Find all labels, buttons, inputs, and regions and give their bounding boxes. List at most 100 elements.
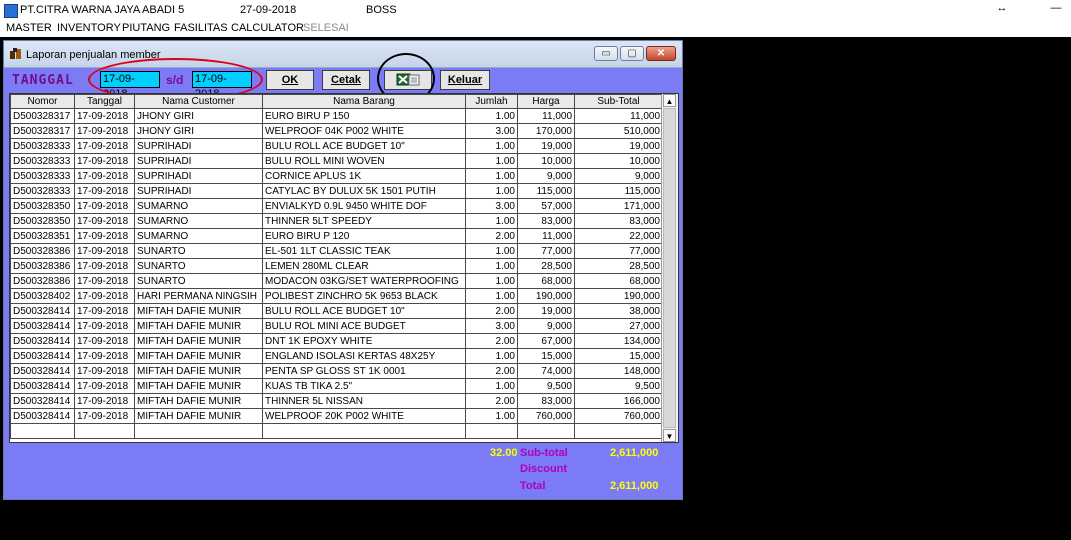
- table-row[interactable]: D500328333 17-09-2018 SUPRIHADI BULU ROLL A…: [10, 138, 663, 154]
- table-scrollbar[interactable]: ▲ ▼: [661, 94, 678, 442]
- table-cell: 760,000: [517, 408, 575, 424]
- table-cell: SUPRIHADI: [134, 153, 263, 169]
- minimize-icon[interactable]: —: [1046, 2, 1066, 14]
- table-cell: KUAS TB TIKA 2.5": [262, 378, 466, 394]
- app-date: 27-09-2018: [240, 4, 297, 16]
- table-cell: JHONY GIRI: [134, 123, 263, 139]
- table-cell: 510,000: [574, 123, 663, 139]
- column-header-nomor[interactable]: Nomor: [10, 94, 75, 109]
- table-cell: 15,000: [517, 348, 575, 364]
- exit-button[interactable]: Keluar: [440, 70, 490, 90]
- table-cell: 1.00: [465, 153, 518, 169]
- ok-button[interactable]: OK: [266, 70, 314, 90]
- table-row[interactable]: D500328386 17-09-2018 SUNARTO LEMEN 280ML C…: [10, 258, 663, 274]
- table-cell: 15,000: [574, 348, 663, 364]
- column-header-harga[interactable]: Harga: [517, 94, 575, 109]
- table-cell: D500328386: [10, 258, 75, 274]
- scroll-down-icon[interactable]: ▼: [663, 429, 676, 442]
- table-row[interactable]: D500328350 17-09-2018 SUMARNO THINNER 5LT S…: [10, 213, 663, 229]
- table-cell: THINNER 5LT SPEEDY: [262, 213, 466, 229]
- column-header-customer[interactable]: Nama Customer: [134, 94, 263, 109]
- window-close-icon[interactable]: ✕: [646, 46, 676, 61]
- column-header-barang[interactable]: Nama Barang: [262, 94, 466, 109]
- window-title-bar[interactable]: Laporan penjualan member ▭ ▢ ✕: [4, 41, 682, 68]
- app-title-bar: PT.CITRA WARNA JAYA ABADI 5 27-09-2018 B…: [0, 0, 1071, 20]
- table-cell: 9,000: [517, 318, 575, 334]
- table-row[interactable]: D500328386 17-09-2018 SUNARTO MODACON 03KG/…: [10, 273, 663, 289]
- table-cell: 170,000: [517, 123, 575, 139]
- table-cell: ENGLAND ISOLASI KERTAS 48X25Y: [262, 348, 466, 364]
- discount-label: Discount: [520, 463, 568, 475]
- table-cell: D500328386: [10, 273, 75, 289]
- table-row[interactable]: D500328351 17-09-2018 SUMARNO EURO BIRU P 1…: [10, 228, 663, 244]
- window-maximize-icon[interactable]: ▢: [620, 46, 644, 61]
- table-cell: 1.00: [465, 258, 518, 274]
- menu-bar: MASTER INVENTORY PIUTANG FASILITAS CALCU…: [0, 20, 1071, 36]
- table-cell: D500328414: [10, 333, 75, 349]
- table-row[interactable]: D500328414 17-09-2018 MIFTAH DAFIE MUNIR WE…: [10, 408, 663, 424]
- table-row[interactable]: D500328350 17-09-2018 SUMARNO ENVIALKYD 0.9…: [10, 198, 663, 214]
- table-row[interactable]: D500328414 17-09-2018 MIFTAH DAFIE MUNIR BU…: [10, 318, 663, 334]
- table-cell: [517, 423, 575, 439]
- table-cell: 2.00: [465, 393, 518, 409]
- table-cell: [134, 423, 263, 439]
- scroll-up-icon[interactable]: ▲: [663, 94, 676, 107]
- column-header-tanggal[interactable]: Tanggal: [74, 94, 135, 109]
- table-header-row: Nomor Tanggal Nama Customer Nama Barang …: [10, 94, 663, 109]
- table-cell: 17-09-2018: [74, 258, 135, 274]
- table-cell: 3.00: [465, 198, 518, 214]
- menu-fasilitas[interactable]: FASILITAS: [174, 22, 228, 34]
- table-cell: MIFTAH DAFIE MUNIR: [134, 303, 263, 319]
- total-label: Total: [520, 480, 546, 492]
- table-row[interactable]: D500328414 17-09-2018 MIFTAH DAFIE MUNIR DN…: [10, 333, 663, 349]
- table-cell: SUNARTO: [134, 258, 263, 274]
- print-button[interactable]: Cetak: [322, 70, 370, 90]
- menu-piutang[interactable]: PIUTANG: [122, 22, 170, 34]
- table-cell: 190,000: [574, 288, 663, 304]
- restore-icon[interactable]: ↔: [992, 2, 1012, 14]
- menu-master[interactable]: MASTER: [6, 22, 52, 34]
- table-cell: BULU ROLL MINI WOVEN: [262, 153, 466, 169]
- table-row[interactable]: D500328386 17-09-2018 SUNARTO EL-501 1LT CL…: [10, 243, 663, 259]
- table-cell: ENVIALKYD 0.9L 9450 WHITE DOF: [262, 198, 466, 214]
- column-header-jumlah[interactable]: Jumlah: [465, 94, 518, 109]
- menu-calculator[interactable]: CALCULATOR: [231, 22, 304, 34]
- table-row[interactable]: D500328333 17-09-2018 SUPRIHADI CATYLAC BY …: [10, 183, 663, 199]
- table-row[interactable]: D500328333 17-09-2018 SUPRIHADI CORNICE APL…: [10, 168, 663, 184]
- table-cell: 17-09-2018: [74, 378, 135, 394]
- table-cell: EURO BIRU P 150: [262, 108, 466, 124]
- table-cell: 166,000: [574, 393, 663, 409]
- table-cell: EL-501 1LT CLASSIC TEAK: [262, 243, 466, 259]
- table-cell: D500328414: [10, 378, 75, 394]
- table-cell: BULU ROLL ACE BUDGET 10": [262, 138, 466, 154]
- table-row[interactable]: D500328317 17-09-2018 JHONY GIRI EURO BIRU …: [10, 108, 663, 124]
- table-row[interactable]: D500328402 17-09-2018 HARI PERMANA NINGSIH…: [10, 288, 663, 304]
- table-row[interactable]: D500328414 17-09-2018 MIFTAH DAFIE MUNIR PE…: [10, 363, 663, 379]
- table-cell: 17-09-2018: [74, 183, 135, 199]
- window-minimize-icon[interactable]: ▭: [594, 46, 618, 61]
- table-row[interactable]: D500328317 17-09-2018 JHONY GIRI WELPROOF 0…: [10, 123, 663, 139]
- table-row[interactable]: D500328414 17-09-2018 MIFTAH DAFIE MUNIR TH…: [10, 393, 663, 409]
- table-cell: WELPROOF 20K P002 WHITE: [262, 408, 466, 424]
- table-cell: 83,000: [517, 393, 575, 409]
- table-cell: D500328414: [10, 393, 75, 409]
- table-cell: D500328414: [10, 318, 75, 334]
- table-cell: 9,000: [574, 168, 663, 184]
- table-cell: 17-09-2018: [74, 198, 135, 214]
- menu-inventory[interactable]: INVENTORY: [57, 22, 121, 34]
- table-row[interactable]: D500328414 17-09-2018 MIFTAH DAFIE MUNIR KU…: [10, 378, 663, 394]
- table-row[interactable]: [10, 423, 663, 439]
- scroll-thumb[interactable]: [663, 108, 676, 428]
- column-header-subtotal[interactable]: Sub-Total: [574, 94, 663, 109]
- subtotal-label: Sub-total: [520, 447, 568, 459]
- table-row[interactable]: D500328333 17-09-2018 SUPRIHADI BULU ROLL M…: [10, 153, 663, 169]
- table-row[interactable]: D500328414 17-09-2018 MIFTAH DAFIE MUNIR EN…: [10, 348, 663, 364]
- table-cell: BULU ROLL ACE BUDGET 10": [262, 303, 466, 319]
- table-cell: 1.00: [465, 288, 518, 304]
- table-cell: 10,000: [517, 153, 575, 169]
- table-cell: 68,000: [517, 273, 575, 289]
- table-row[interactable]: D500328414 17-09-2018 MIFTAH DAFIE MUNIR BU…: [10, 303, 663, 319]
- table-cell: 38,000: [574, 303, 663, 319]
- table-cell: 19,000: [574, 138, 663, 154]
- table-cell: D500328317: [10, 108, 75, 124]
